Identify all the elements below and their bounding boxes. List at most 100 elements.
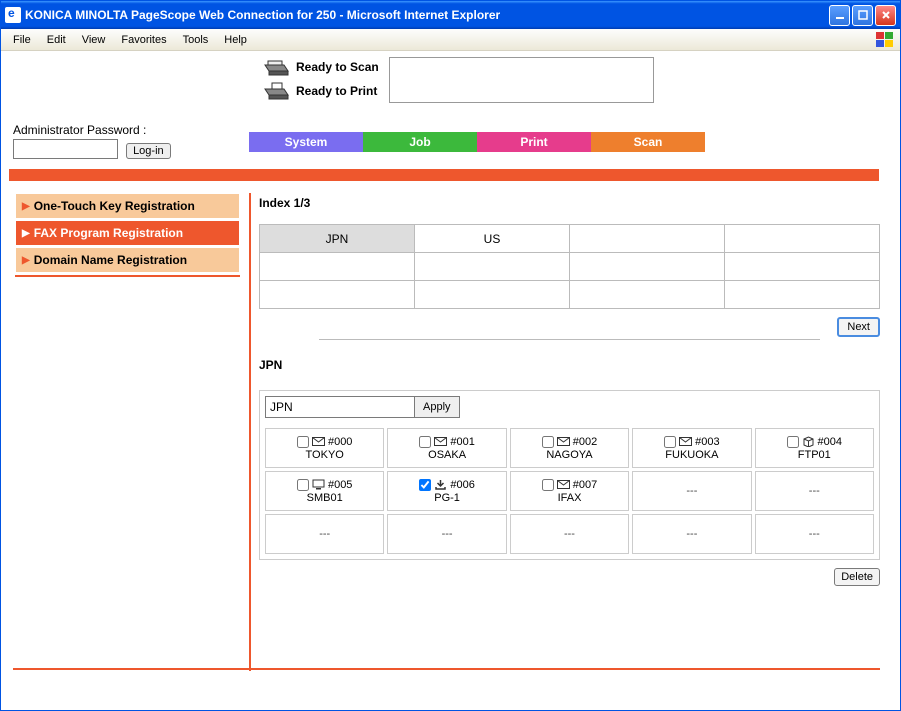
index-cell[interactable] (260, 253, 415, 281)
close-button[interactable] (875, 5, 896, 26)
sidebar-item-label: One-Touch Key Registration (34, 199, 195, 213)
maximize-button[interactable] (852, 5, 873, 26)
destination-checkbox[interactable] (664, 436, 676, 448)
destination-ftp01[interactable]: #004FTP01 (755, 428, 874, 468)
index-cell-jpn[interactable]: JPN (260, 225, 415, 253)
status-scan: Ready to Scan (262, 57, 379, 77)
next-button[interactable]: Next (837, 317, 880, 337)
destination-name: FUKUOKA (665, 449, 718, 461)
sidebar-item-domainname[interactable]: ▶ Domain Name Registration (15, 247, 240, 273)
sidebar-underline (15, 275, 240, 277)
index-cell[interactable] (725, 225, 880, 253)
destination-checkbox[interactable] (419, 479, 431, 491)
index-cell[interactable] (570, 225, 725, 253)
index-title: Index 1/3 (259, 196, 880, 210)
index-cell[interactable] (260, 281, 415, 309)
group-label: JPN (259, 358, 880, 372)
ie-icon (5, 7, 21, 23)
scanner-icon (262, 57, 290, 77)
menu-tools[interactable]: Tools (175, 32, 217, 48)
destination-name: OSAKA (428, 449, 466, 461)
menubar: File Edit View Favorites Tools Help (1, 29, 900, 51)
tab-scan[interactable]: Scan (591, 132, 705, 152)
index-cell[interactable] (570, 253, 725, 281)
index-cell[interactable] (725, 281, 880, 309)
destination-empty[interactable]: --- (755, 471, 874, 511)
mail-icon (557, 436, 570, 447)
login-button[interactable]: Log-in (126, 143, 171, 159)
index-cell-us[interactable]: US (415, 225, 570, 253)
sidebar-item-label: Domain Name Registration (34, 253, 187, 267)
destination-empty[interactable]: --- (632, 471, 751, 511)
destination-name: SMB01 (307, 492, 343, 504)
download-icon (434, 479, 447, 490)
destination-checkbox[interactable] (297, 436, 309, 448)
destination-tokyo[interactable]: #000TOKYO (265, 428, 384, 468)
menu-help[interactable]: Help (216, 32, 255, 48)
destination-name: FTP01 (798, 449, 831, 461)
mail-icon (312, 436, 325, 447)
destination-name: TOKYO (306, 449, 344, 461)
window-title: KONICA MINOLTA PageScope Web Connection … (25, 8, 829, 22)
titlebar: KONICA MINOLTA PageScope Web Connection … (1, 1, 900, 29)
destination-empty[interactable]: --- (387, 514, 506, 554)
destination-empty[interactable]: --- (632, 514, 751, 554)
mail-icon (679, 436, 692, 447)
status-message-box (389, 57, 654, 103)
delete-button[interactable]: Delete (834, 568, 880, 586)
admin-password-input[interactable] (13, 139, 118, 159)
index-cell[interactable] (415, 253, 570, 281)
menu-favorites[interactable]: Favorites (113, 32, 174, 48)
destination-number: #006 (450, 479, 474, 491)
destination-checkbox[interactable] (542, 479, 554, 491)
sidebar-item-faxprogram[interactable]: ▶ FAX Program Registration (15, 220, 240, 246)
status-print: Ready to Print (262, 81, 379, 101)
destination-number: #002 (573, 436, 597, 448)
apply-button[interactable]: Apply (414, 396, 460, 418)
sidebar-item-onetouch[interactable]: ▶ One-Touch Key Registration (15, 193, 240, 219)
destination-box: Apply #000TOKYO#001OSAKA#002NAGOYA#003FU… (259, 390, 880, 560)
menu-edit[interactable]: Edit (39, 32, 74, 48)
destination-number: #005 (328, 479, 352, 491)
destination-osaka[interactable]: #001OSAKA (387, 428, 506, 468)
minimize-button[interactable] (829, 5, 850, 26)
tab-job[interactable]: Job (363, 132, 477, 152)
group-name-input[interactable] (265, 396, 415, 418)
tab-system[interactable]: System (249, 132, 363, 152)
destination-nagoya[interactable]: #002NAGOYA (510, 428, 629, 468)
index-cell[interactable] (570, 281, 725, 309)
destination-empty[interactable]: --- (265, 514, 384, 554)
tab-print[interactable]: Print (477, 132, 591, 152)
destination-checkbox[interactable] (787, 436, 799, 448)
destination-pg-1[interactable]: #006PG-1 (387, 471, 506, 511)
vertical-divider (249, 193, 251, 671)
destination-empty[interactable]: --- (755, 514, 874, 554)
status-print-label: Ready to Print (296, 84, 377, 98)
box-icon (802, 436, 815, 447)
sidebar-item-label: FAX Program Registration (34, 226, 183, 240)
menu-file[interactable]: File (5, 32, 39, 48)
index-cell[interactable] (415, 281, 570, 309)
destination-name: NAGOYA (546, 449, 592, 461)
windows-logo-icon (874, 31, 896, 49)
separator-bar (9, 169, 879, 181)
destination-fukuoka[interactable]: #003FUKUOKA (632, 428, 751, 468)
bottom-separator (13, 668, 880, 670)
destination-ifax[interactable]: #007IFAX (510, 471, 629, 511)
arrow-icon: ▶ (22, 255, 30, 266)
destination-smb01[interactable]: #005SMB01 (265, 471, 384, 511)
destination-checkbox[interactable] (419, 436, 431, 448)
pc-icon (312, 479, 325, 490)
menu-view[interactable]: View (74, 32, 114, 48)
index-cell[interactable] (725, 253, 880, 281)
destination-number: #003 (695, 436, 719, 448)
printer-icon (262, 81, 290, 101)
mail-icon (557, 479, 570, 490)
destination-name: PG-1 (434, 492, 460, 504)
destination-name: IFAX (558, 492, 582, 504)
destination-empty[interactable]: --- (510, 514, 629, 554)
destination-checkbox[interactable] (297, 479, 309, 491)
destination-checkbox[interactable] (542, 436, 554, 448)
index-table: JPN US (259, 224, 880, 309)
arrow-icon: ▶ (22, 201, 30, 212)
